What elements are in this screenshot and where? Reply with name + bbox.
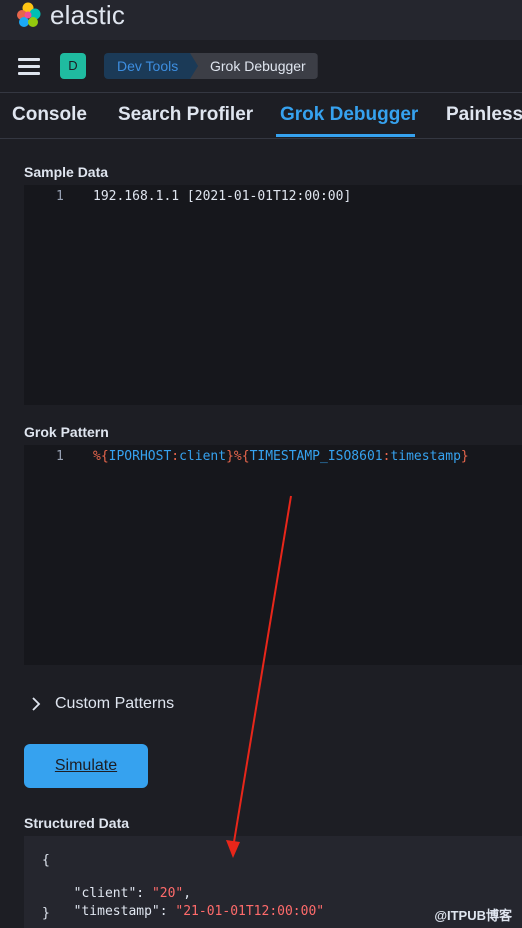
simulate-button[interactable]: Simulate (24, 744, 148, 788)
chevron-right-icon[interactable] (30, 696, 42, 712)
tab-grok-debugger[interactable]: Grok Debugger (280, 104, 418, 126)
structured-data-label: Structured Data (24, 815, 130, 831)
breadcrumb-grok-debugger: Grok Debugger (190, 53, 318, 79)
sample-data-editor[interactable] (24, 185, 522, 405)
grok-pattern-editor[interactable] (24, 445, 522, 665)
grok-token: IPORHOST (108, 449, 172, 464)
line-number: 1 (56, 189, 64, 204)
line-number: 1 (56, 449, 64, 464)
breadcrumb-dev-tools[interactable]: Dev Tools (104, 53, 201, 79)
hamburger-icon (18, 58, 40, 61)
sample-data-text[interactable]: 192.168.1.1 [2021-01-01T12:00:00] (93, 189, 351, 204)
json-open-brace: { (42, 853, 50, 868)
active-tab-indicator (276, 134, 415, 137)
tab-search-profiler[interactable]: Search Profiler (118, 104, 253, 126)
grok-token: } (226, 449, 234, 464)
menu-toggle-button[interactable] (18, 58, 40, 76)
tab-console[interactable]: Console (12, 104, 87, 126)
grok-pattern-text[interactable]: %{IPORHOST:client}%{TIMESTAMP_ISO8601:ti… (93, 449, 469, 464)
sample-data-label: Sample Data (24, 164, 109, 180)
json-value: "21-01-01T12:00:00" (175, 904, 325, 919)
grok-token: : (171, 449, 180, 464)
elastic-logo-icon[interactable] (16, 2, 42, 28)
grok-token: } (460, 449, 469, 464)
grok-token: timestamp (390, 449, 461, 464)
json-field-timestamp: "timestamp": "21-01-01T12:00:00" (73, 904, 325, 919)
grok-token: %{ (233, 449, 250, 464)
tab-painless[interactable]: Painless (446, 104, 522, 126)
watermark: @ITPUB博客 (434, 908, 512, 923)
grok-token: client (179, 449, 227, 464)
grok-pattern-label: Grok Pattern (24, 424, 109, 440)
custom-patterns-toggle[interactable]: Custom Patterns (55, 695, 174, 713)
brand-name[interactable]: elastic (50, 0, 125, 30)
json-key: "timestamp" (73, 904, 160, 919)
json-close-brace: } (42, 906, 50, 921)
grok-token: TIMESTAMP_ISO8601 (249, 449, 383, 464)
space-avatar[interactable]: D (60, 53, 86, 79)
grok-token: %{ (93, 449, 109, 464)
